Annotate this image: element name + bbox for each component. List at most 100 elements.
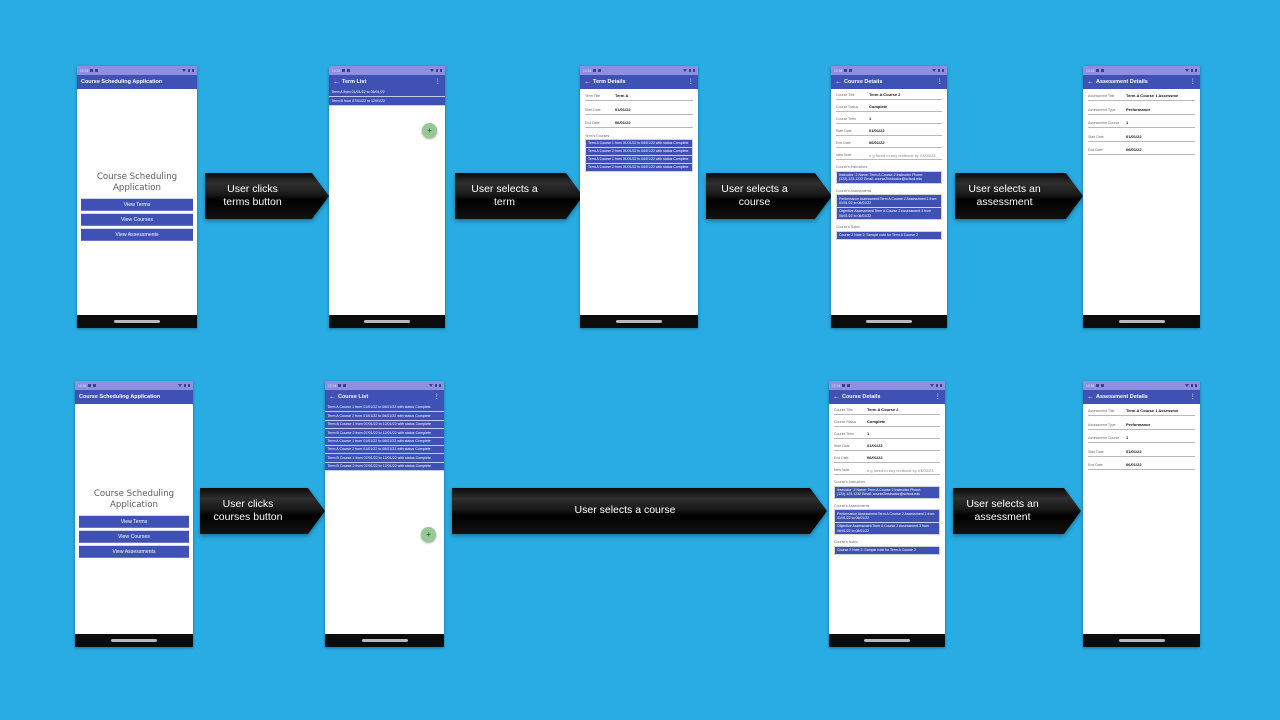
more-vertical-icon[interactable]: ⋮ [1190, 78, 1197, 86]
field-start-date[interactable]: Start Date 01/01/22 [1088, 134, 1195, 142]
field-course-status[interactable]: Course Status Complete [836, 104, 942, 112]
field-start-date[interactable]: Start Date 01/01/22 [836, 128, 942, 136]
list-item[interactable]: Instructor: 2 Name: Term A Course 2 Inst… [835, 486, 939, 498]
field-label: Start Date [585, 107, 601, 112]
field-label: Start Date [1088, 134, 1104, 139]
status-bar: 10:34 [1083, 381, 1200, 390]
course-instructors-label: Course's Instructors [834, 480, 866, 484]
field-course-title[interactable]: Course Title Term A Course 2 [836, 92, 942, 100]
field-assessment-course[interactable]: Assessment Course 1 [1088, 120, 1195, 128]
field-new-note[interactable]: New Note e.g Need to buy textbook by 03/… [834, 467, 940, 475]
more-vertical-icon[interactable]: ⋮ [935, 393, 942, 401]
app-bar-title: Assessment Details [1096, 394, 1148, 400]
field-start-date[interactable]: Start Date 01/01/22 [834, 443, 940, 451]
list-item[interactable]: Term A Course 2 from 01/01/22 to 06/01/2… [325, 412, 444, 421]
list-item[interactable]: Term A Course 2 from 01/01/22 to 06/01/2… [325, 445, 444, 455]
field-value: 01/01/22 [867, 444, 883, 449]
field-start-date[interactable]: Start Date 01/01/22 [1088, 449, 1195, 457]
home-indicator[interactable] [1118, 320, 1165, 323]
view-assessments-button[interactable]: View Assessments [81, 228, 193, 241]
list-item[interactable]: Term A Course 2 from 01/01/22 to 06/01/2… [586, 148, 692, 156]
list-item[interactable]: Course 2 Note 2: Sample note for Term A … [837, 231, 941, 239]
home-indicator[interactable] [1118, 639, 1165, 642]
list-item[interactable]: Instructor: 2 Name: Term A Course 2 Inst… [837, 171, 941, 183]
list-item[interactable]: Term B from 07/01/22 to 12/01/22 [329, 97, 445, 106]
field-start-date[interactable]: Start Date 01/01/22 [585, 107, 693, 115]
list-item[interactable]: Performance Assessment:Term A Course 2 A… [837, 195, 941, 208]
add-course-fab[interactable]: + [421, 527, 436, 542]
list-item[interactable]: Term B Course 2 from 07/01/22 to 12/01/2… [325, 462, 444, 471]
list-item[interactable]: Term A Course 1 from 01/01/22 to 06/01/2… [325, 437, 444, 446]
view-courses-button[interactable]: View Courses [79, 530, 189, 543]
field-end-date[interactable]: End Date 06/01/22 [585, 120, 693, 128]
list-item[interactable]: Term A Course 1 from 01/01/22 to 06/01/2… [586, 156, 692, 164]
signal-icon [187, 68, 190, 73]
field-end-date[interactable]: End Date 06/01/22 [836, 140, 942, 148]
terms-courses-label: Term's Courses [585, 133, 610, 138]
battery-icon [1195, 383, 1197, 388]
arrow-head [1053, 173, 1083, 219]
list-item[interactable]: Objective Assessment:Term A Course 2 Ass… [835, 522, 939, 535]
field-value: 06/01/22 [615, 121, 631, 126]
list-item[interactable]: Objective Assessment:Term A Course 2 Ass… [837, 207, 941, 220]
list-item[interactable]: Performance Assessment:Term A Course 2 A… [835, 510, 939, 523]
more-vertical-icon[interactable]: ⋮ [688, 78, 695, 86]
field-end-date[interactable]: End Date 06/01/22 [834, 455, 940, 463]
signal-icon [1190, 383, 1193, 388]
field-value: 1 [869, 117, 872, 122]
more-vertical-icon[interactable]: ⋮ [1190, 393, 1197, 401]
status-bar-time: 10:34 [1086, 383, 1095, 388]
status-icon [338, 384, 342, 387]
view-terms-button[interactable]: View Terms [79, 515, 189, 528]
field-assessment-course[interactable]: Assessment Course 1 [1088, 435, 1195, 443]
back-arrow-icon[interactable]: ← [833, 394, 840, 401]
list-item[interactable]: Term B Course 1 from 07/01/22 to 12/01/2… [325, 420, 444, 430]
phone-course-list: 10:34 ← Course List ⋮ Term A Course 1 fr… [325, 381, 444, 647]
field-course-term[interactable]: Course Term 1 [834, 431, 940, 439]
field-label: Assessment Type [1088, 107, 1116, 112]
field-assessment-type[interactable]: Assessment Type Performance [1088, 107, 1195, 115]
field-term-title[interactable]: Term Title Term A [585, 93, 693, 101]
home-indicator[interactable] [864, 639, 910, 642]
home-indicator[interactable] [866, 320, 912, 323]
more-vertical-icon[interactable]: ⋮ [937, 78, 944, 86]
field-assessment-type[interactable]: Assessment Type Performance [1088, 422, 1195, 430]
field-label: Course Status [834, 420, 857, 425]
home-indicator[interactable] [364, 320, 410, 323]
list-item[interactable]: Term A Course 1 from 01/01/22 to 06/01/2… [586, 140, 692, 148]
back-arrow-icon[interactable]: ← [329, 394, 336, 401]
view-terms-button[interactable]: View Terms [81, 198, 193, 211]
field-assessment-title[interactable]: Assessment Title Term A Course 1 Assessm… [1088, 408, 1195, 416]
list-item[interactable]: Term A Course 2 from 01/01/22 to 06/01/2… [586, 164, 692, 171]
home-indicator[interactable] [111, 639, 157, 642]
field-assessment-title[interactable]: Assessment Title Term A Course 1 Assessm… [1088, 93, 1195, 101]
list-item[interactable]: Course 2 Note 2: Sample note for Term A … [835, 546, 939, 554]
list-item[interactable]: Term B Course 2 from 07/01/22 to 12/01/2… [325, 429, 444, 438]
add-term-fab[interactable]: + [422, 123, 437, 138]
home-indicator[interactable] [361, 639, 408, 642]
back-arrow-icon[interactable]: ← [584, 79, 591, 86]
back-arrow-icon[interactable]: ← [1087, 394, 1094, 401]
field-value: Term A Course 1 Assessme [1126, 94, 1179, 99]
list-item[interactable]: Term B Course 1 from 07/01/22 to 12/01/2… [325, 454, 444, 463]
more-vertical-icon[interactable]: ⋮ [435, 78, 442, 86]
home-indicator[interactable] [616, 320, 662, 323]
field-end-date[interactable]: End Date 06/01/22 [1088, 147, 1195, 155]
field-value: Complete [867, 420, 886, 425]
status-bar: 10:34 [580, 66, 698, 75]
list-item[interactable]: Term A Course 1 from 01/01/22 to 06/01/2… [325, 404, 444, 413]
back-arrow-icon[interactable]: ← [1087, 79, 1094, 86]
view-courses-button[interactable]: View Courses [81, 213, 193, 226]
wifi-icon [931, 69, 936, 72]
back-arrow-icon[interactable]: ← [333, 79, 340, 86]
field-new-note[interactable]: New Note e.g Need to buy textbook by 03/… [836, 152, 942, 160]
home-indicator[interactable] [114, 320, 160, 323]
field-end-date[interactable]: End Date 06/01/22 [1088, 462, 1195, 470]
field-course-status[interactable]: Course Status Complete [834, 419, 940, 427]
list-item[interactable]: Term A from 01/01/22 to 06/01/22 [329, 89, 445, 98]
back-arrow-icon[interactable]: ← [835, 79, 842, 86]
view-assessments-button[interactable]: View Assessments [79, 545, 189, 558]
field-course-term[interactable]: Course Term 1 [836, 116, 942, 124]
field-course-title[interactable]: Course Title Term A Course 2 [834, 407, 940, 415]
more-vertical-icon[interactable]: ⋮ [434, 393, 441, 401]
